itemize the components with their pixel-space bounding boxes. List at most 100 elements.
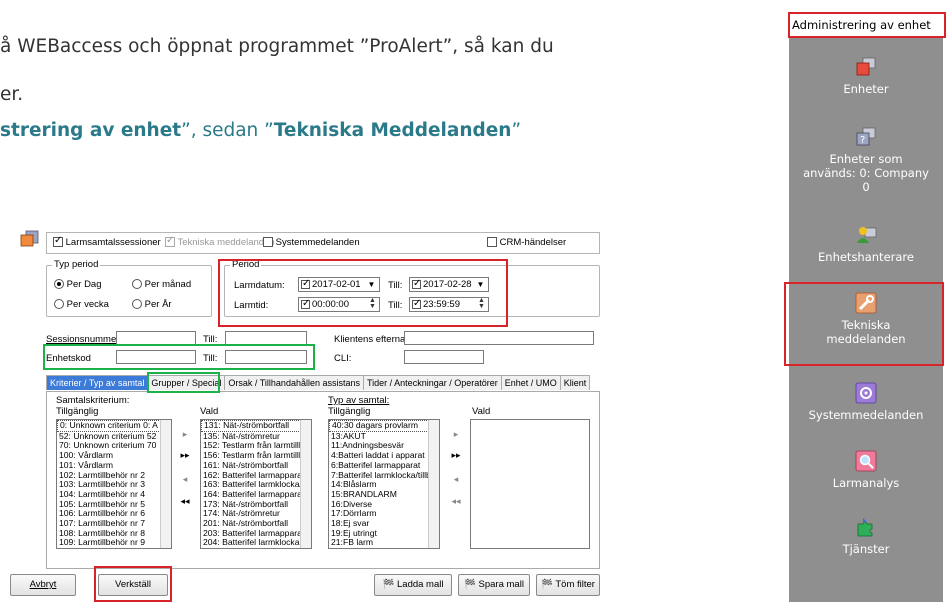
- per-dag-label: Per Dag: [66, 279, 102, 290]
- tom-filter-label: Töm filter: [555, 579, 595, 590]
- list-item[interactable]: 103: Larmtillbehör nr 3: [57, 480, 171, 490]
- till-session-input[interactable]: [225, 331, 307, 345]
- move-left-icon[interactable]: ◂: [178, 474, 192, 485]
- kriterium-selected-list[interactable]: 131: Nät-/strömbortfall 135: Nät-/strömre…: [200, 419, 312, 549]
- systemmedelanden-label: Systemmedelanden: [808, 408, 924, 422]
- list-item[interactable]: 102: Larmtillbehör nr 2: [57, 471, 171, 481]
- panel-item-systemmedelanden[interactable]: Systemmedelanden: [789, 382, 943, 422]
- list-item[interactable]: 152: Testlarm från larmtillb: [201, 441, 311, 451]
- list-item[interactable]: 106: Larmtillbehör nr 6: [57, 509, 171, 519]
- avbryt-button[interactable]: Avbryt: [10, 574, 76, 596]
- system-label: Systemmedelanden: [275, 237, 360, 248]
- list-item[interactable]: 109: Larmtillbehör nr 9: [57, 538, 171, 548]
- enhetskod-highlight: [43, 344, 315, 370]
- move-right-icon[interactable]: ▸: [449, 429, 463, 440]
- radio-per-manad[interactable]: Per månad: [132, 279, 191, 290]
- scrollbar[interactable]: [300, 420, 311, 548]
- doc-text-end: ”: [511, 120, 522, 141]
- radio-per-dag[interactable]: Per Dag: [54, 279, 102, 290]
- list-item[interactable]: 7:Batterifel larmklocka/tillb: [329, 471, 439, 481]
- list-item[interactable]: 15:BRANDLARM: [329, 490, 439, 500]
- panel-item-enhetshanterare[interactable]: Enhetshanterare: [789, 224, 943, 264]
- list-item[interactable]: 163: Batterifel larmklocka/: [201, 480, 311, 490]
- move-left-icon[interactable]: ◂: [449, 474, 463, 485]
- list-item[interactable]: 4:Batteri laddat i apparat: [329, 451, 439, 461]
- larmsamtal-label: Larmsamtalssessioner: [65, 237, 161, 248]
- list-item[interactable]: 107: Larmtillbehör nr 7: [57, 519, 171, 529]
- tjanster-label: Tjänster: [842, 542, 890, 556]
- list-item[interactable]: 203: Batterifel larmapparat: [201, 529, 311, 539]
- klientens-efternamn-input[interactable]: [404, 331, 594, 345]
- ladda-mall-button[interactable]: 🏁 Ladda mall: [374, 574, 452, 596]
- tom-filter-button[interactable]: 🏁 Töm filter: [536, 574, 600, 596]
- list-item[interactable]: 16:Diverse: [329, 500, 439, 510]
- list-item[interactable]: 14:Blåslarm: [329, 480, 439, 490]
- cli-input[interactable]: [404, 350, 484, 364]
- list-item[interactable]: 19:Ej utringt: [329, 529, 439, 539]
- spara-mall-button[interactable]: 🏁 Spara mall: [458, 574, 530, 596]
- panel-item-tjanster[interactable]: Tjänster: [789, 516, 943, 556]
- list-item[interactable]: 13:AKUT: [329, 432, 439, 442]
- tab-enhet-umo[interactable]: Enhet / UMO: [500, 375, 561, 390]
- list-item[interactable]: 104: Larmtillbehör nr 4: [57, 490, 171, 500]
- list-item[interactable]: 173: Nät-/strömbortfall: [201, 500, 311, 510]
- list-item[interactable]: 17:Dörrlarm: [329, 509, 439, 519]
- admin-panel: Administrering av enhet Enheter ? Enhete…: [784, 0, 946, 602]
- list-item[interactable]: 204: Batterifel larmklocka: [201, 538, 311, 548]
- list-item[interactable]: 201: Nät-/strömbortfall: [201, 519, 311, 529]
- tekniska-checkbox[interactable]: Tekniska meddelanden: [165, 235, 275, 248]
- tab-kriterier[interactable]: Kriterier / Typ av samtal: [46, 375, 149, 390]
- svg-text:?: ?: [860, 135, 865, 146]
- list-item[interactable]: 135: Nät-/strömretur: [201, 432, 311, 442]
- radio-per-vecka[interactable]: Per vecka: [54, 299, 109, 310]
- kriterium-available-list[interactable]: 0: Unknown criterium 0: A 52: Unknown cri…: [56, 419, 172, 549]
- move-all-right-icon[interactable]: ▸▸: [178, 450, 192, 461]
- list-item[interactable]: 164: Batterifel larmapparat: [201, 490, 311, 500]
- enheter-icon: [855, 56, 877, 78]
- radio-per-ar[interactable]: Per År: [132, 299, 172, 310]
- per-vecka-label: Per vecka: [66, 299, 109, 310]
- larmanalys-label: Larmanalys: [832, 476, 900, 490]
- list-item[interactable]: 6:Batterifel larmapparat: [329, 461, 439, 471]
- move-right-icon[interactable]: ▸: [178, 429, 192, 440]
- move-all-left-icon[interactable]: ◂◂: [178, 496, 192, 507]
- panel-item-enheter[interactable]: Enheter: [789, 56, 943, 96]
- samtal-selected-list[interactable]: [470, 419, 590, 549]
- scrollbar[interactable]: [428, 420, 439, 548]
- move-all-right-icon[interactable]: ▸▸: [449, 450, 463, 461]
- move-all-left-icon[interactable]: ◂◂: [449, 496, 463, 507]
- list-item[interactable]: 21:FB larm: [329, 538, 439, 548]
- list-item[interactable]: 40:30 dagars provlarm: [329, 420, 439, 432]
- list-item[interactable]: 131: Nät-/strömbortfall: [201, 420, 311, 432]
- panel-item-enheter-som-anvands[interactable]: ? Enheter som används: 0: Company 0: [789, 126, 943, 194]
- doc-bold-tekniska: Tekniska Meddelanden: [273, 120, 512, 141]
- avbryt-label: Avbryt: [29, 579, 57, 590]
- tab-orsak[interactable]: Orsak / Tillhandahållen assistans: [224, 375, 364, 390]
- tab-klient[interactable]: Klient: [559, 375, 591, 390]
- list-item[interactable]: 101: Vårdlarm: [57, 461, 171, 471]
- panel-item-larmanalys[interactable]: Larmanalys: [789, 450, 943, 490]
- list-item[interactable]: 11:Andningsbesvär: [329, 441, 439, 451]
- system-checkbox[interactable]: Systemmedelanden: [263, 237, 360, 248]
- list-item[interactable]: 100: Vårdlarm: [57, 451, 171, 461]
- filter-dialog: Larmsamtalssessioner Tekniska meddelande…: [6, 226, 604, 602]
- list-item[interactable]: 174: Nät-/strömretur: [201, 509, 311, 519]
- list-item[interactable]: 161: Nät-/strömbortfall: [201, 461, 311, 471]
- spara-mall-label: Spara mall: [478, 579, 524, 590]
- samtal-available-list[interactable]: 40:30 dagars provlarm 13:AKUT 11:Andningsb…: [328, 419, 440, 549]
- list-item[interactable]: 156: Testlarm från larmtillb: [201, 451, 311, 461]
- list-item[interactable]: 105: Larmtillbehör nr 5: [57, 500, 171, 510]
- list-item[interactable]: 52: Unknown criterium 52: [57, 432, 171, 442]
- list-item[interactable]: 70: Unknown criterium 70: [57, 441, 171, 451]
- enhetshanterare-label: Enhetshanterare: [818, 250, 914, 264]
- panel-header[interactable]: Administrering av enhet: [788, 12, 946, 38]
- scrollbar[interactable]: [160, 420, 171, 548]
- list-item[interactable]: 108: Larmtillbehör nr 8: [57, 529, 171, 539]
- list-item[interactable]: 18:Ej svar: [329, 519, 439, 529]
- sessionsnummer-input[interactable]: [116, 331, 196, 345]
- list-item[interactable]: 162: Batterifel larmapparat: [201, 471, 311, 481]
- list-item[interactable]: 0: Unknown criterium 0: A: [57, 420, 171, 432]
- crm-checkbox[interactable]: CRM-händelser: [487, 237, 566, 248]
- tab-tider[interactable]: Tider / Anteckningar / Operatörer: [363, 375, 502, 390]
- larmsamtal-checkbox[interactable]: Larmsamtalssessioner: [53, 235, 161, 248]
